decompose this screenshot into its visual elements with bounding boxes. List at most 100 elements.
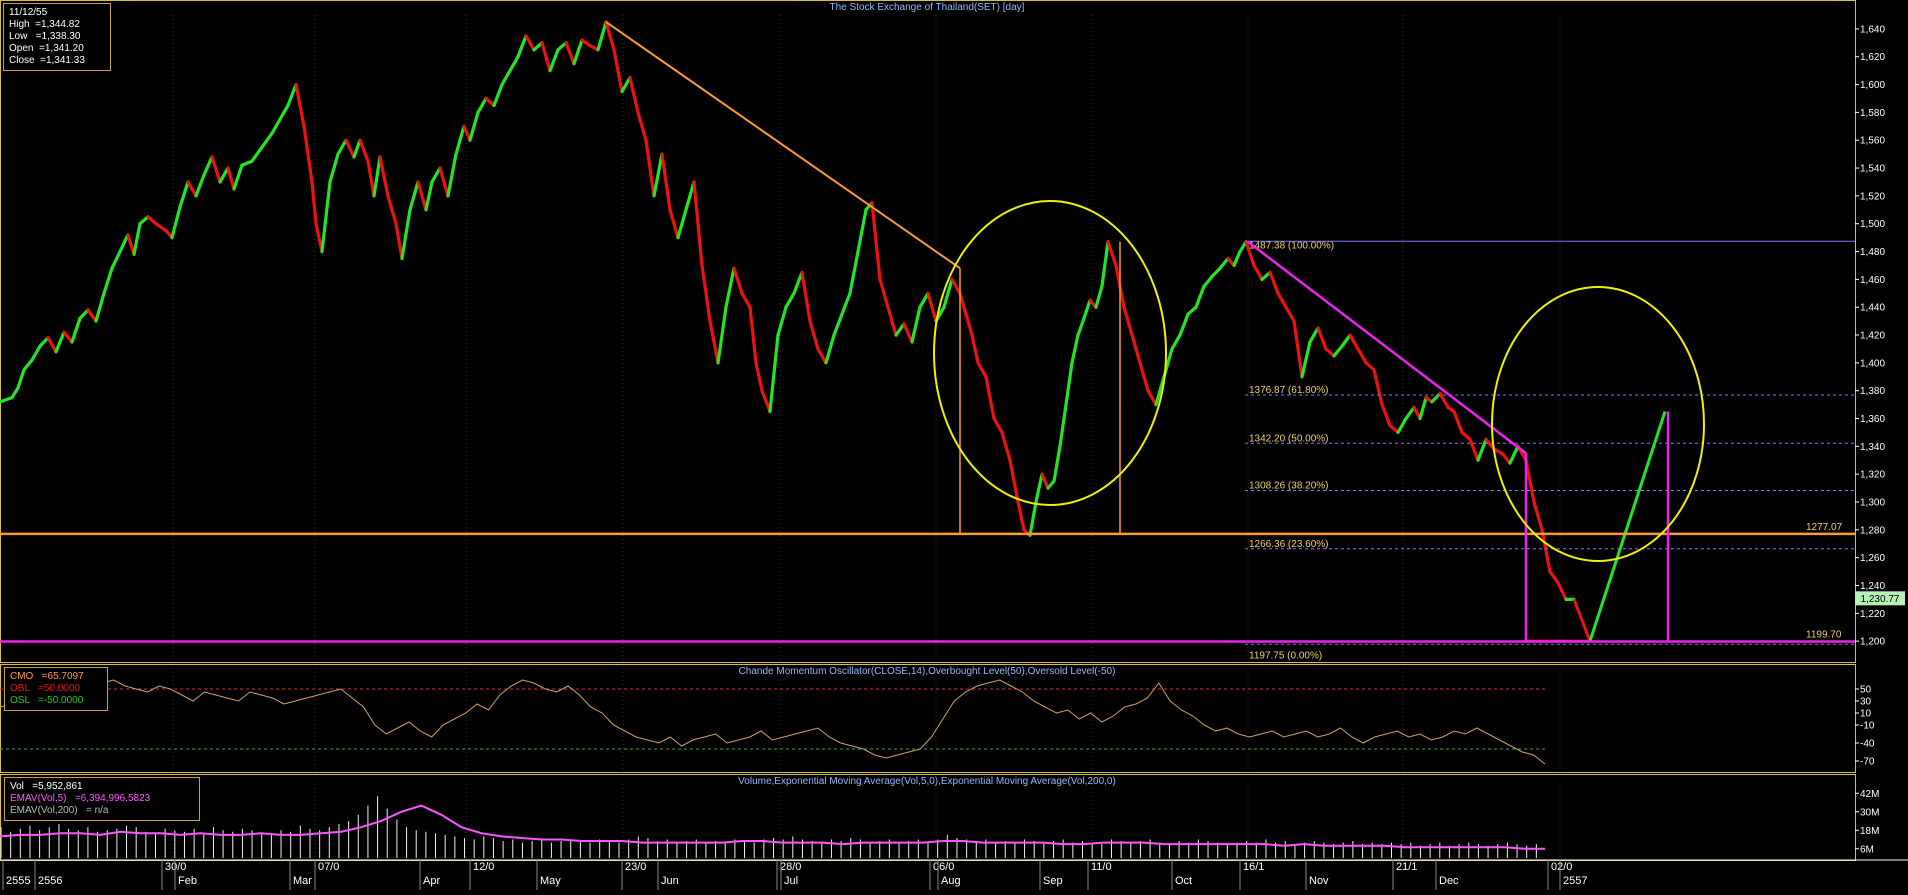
x-axis-label: Jul xyxy=(784,875,798,887)
price-segment xyxy=(46,336,58,354)
x-axis-label: 2557 xyxy=(1563,875,1587,887)
price-segment xyxy=(784,291,796,309)
price-segment xyxy=(358,138,370,163)
price-segment xyxy=(964,312,974,337)
price-segment xyxy=(394,222,404,261)
info-open: Open =1,341.20 xyxy=(9,43,84,54)
price-segment xyxy=(1500,451,1512,465)
price-segment xyxy=(958,291,968,316)
price-segment xyxy=(1130,333,1142,365)
x-axis-label: 21/1 xyxy=(1396,861,1417,873)
price-segment xyxy=(800,270,812,323)
x-axis-label: Apr xyxy=(423,875,440,887)
price-tick-label: 1,600 xyxy=(1860,80,1885,91)
price-segment xyxy=(516,34,528,59)
price-segment xyxy=(628,76,640,114)
ema200-value: EMAV(Vol,200) = n/a xyxy=(10,805,109,816)
x-axis-label: 23/0 xyxy=(625,861,646,873)
price-segment xyxy=(1252,263,1264,281)
cmo-tick-label: 50 xyxy=(1860,685,1872,696)
price-segment xyxy=(732,266,744,295)
volume-value: Vol =5,952,861 xyxy=(10,781,83,792)
fib-level-label: 1197.75 (0.00%) xyxy=(1249,650,1322,661)
price-segment xyxy=(1000,430,1012,462)
price-segment xyxy=(776,305,788,337)
price-segment xyxy=(540,41,552,73)
info-date: 11/12/55 xyxy=(9,7,48,18)
price-segment xyxy=(1396,416,1408,435)
price-segment xyxy=(22,358,34,372)
price-segment xyxy=(700,263,712,323)
price-segment xyxy=(848,249,860,295)
fib-level-label: 1342.20 (50.00%) xyxy=(1249,433,1329,444)
price-segment xyxy=(30,344,42,362)
price-panel: 1487.38 (100.00%) 1376.87 (61.80%) 1342.20… xyxy=(0,20,1905,661)
price-segment xyxy=(1372,368,1384,407)
price-segment xyxy=(468,110,480,142)
fib-level-label: 1376.87 (61.80%) xyxy=(1249,385,1329,396)
volume-panel xyxy=(0,796,1545,858)
price-segment xyxy=(0,396,14,404)
x-axis-label: Dec xyxy=(1439,875,1459,887)
price-segment xyxy=(286,82,298,108)
price-segment xyxy=(250,145,264,163)
price-tick-label: 1,300 xyxy=(1860,497,1885,508)
price-segment xyxy=(1332,344,1344,358)
price-segment xyxy=(260,131,274,149)
price-segment xyxy=(918,291,930,309)
price-segment xyxy=(1100,240,1110,288)
price-segment xyxy=(740,291,752,309)
main-chart-title: The Stock Exchange of Thailand(SET) [day… xyxy=(830,2,1025,13)
price-segment xyxy=(194,173,206,198)
price-tick-label: 1,580 xyxy=(1860,108,1885,119)
price-segment xyxy=(70,316,82,344)
volume-chart-title: Volume,Exponential Moving Average(Vol,5,… xyxy=(738,776,1116,787)
support-label: 1199.70 xyxy=(1806,630,1842,641)
price-segment xyxy=(1548,569,1560,585)
x-axis-label: Mar xyxy=(293,875,312,887)
price-segment xyxy=(548,48,560,73)
volume-tick-label: 18M xyxy=(1860,826,1879,837)
y-axis: 1,200 1,220 1,240 1,260 1,280 1,300 1,320 1,340… xyxy=(1855,24,1885,855)
price-segment xyxy=(1292,319,1304,379)
x-axis-label: 02/0 xyxy=(1551,861,1572,873)
price-segment xyxy=(154,222,168,233)
ema5-value: EMAV(Vol,5) =6,394,996.5823 xyxy=(10,793,151,804)
price-segment xyxy=(1356,347,1368,365)
price-segment xyxy=(454,124,466,156)
price-segment xyxy=(1082,298,1092,320)
x-axis-label: Jun xyxy=(661,875,679,887)
cmo-tick-label: 30 xyxy=(1860,697,1872,708)
x-axis-label: May xyxy=(540,875,561,887)
price-segment xyxy=(328,152,340,184)
price-segment xyxy=(1070,333,1080,365)
price-segment xyxy=(886,305,898,337)
price-tick-label: 1,460 xyxy=(1860,275,1885,286)
price-segment xyxy=(1300,340,1312,379)
x-axis-label: 12/0 xyxy=(473,861,494,873)
projection-segment-up xyxy=(1588,411,1667,642)
price-segment xyxy=(816,347,828,365)
grid-layer xyxy=(172,15,1561,858)
price-segment xyxy=(438,166,450,198)
price-segment xyxy=(62,330,74,344)
price-segment xyxy=(1178,312,1190,337)
price-segment xyxy=(856,208,868,254)
x-axis-label: Sep xyxy=(1043,875,1063,887)
price-segment xyxy=(386,194,398,226)
price-segment xyxy=(824,333,836,365)
current-price-label: 1,230.77 xyxy=(1861,594,1900,605)
cmo-tick-label: -40 xyxy=(1860,739,1875,750)
volume-tick-label: 42M xyxy=(1860,789,1879,800)
price-segment xyxy=(992,416,1004,435)
price-segment xyxy=(446,152,458,198)
cmo-tick-label: 10 xyxy=(1860,709,1872,720)
price-segment xyxy=(218,166,230,184)
price-segment xyxy=(792,270,804,295)
price-segment xyxy=(186,180,198,198)
price-segment xyxy=(1556,581,1568,601)
price-segment xyxy=(660,152,672,212)
price-segment xyxy=(668,208,680,240)
info-low: Low =1,338.30 xyxy=(9,31,81,42)
chart-canvas[interactable]: 1487.38 (100.00%) 1376.87 (61.80%) 1342.20… xyxy=(0,0,1908,890)
